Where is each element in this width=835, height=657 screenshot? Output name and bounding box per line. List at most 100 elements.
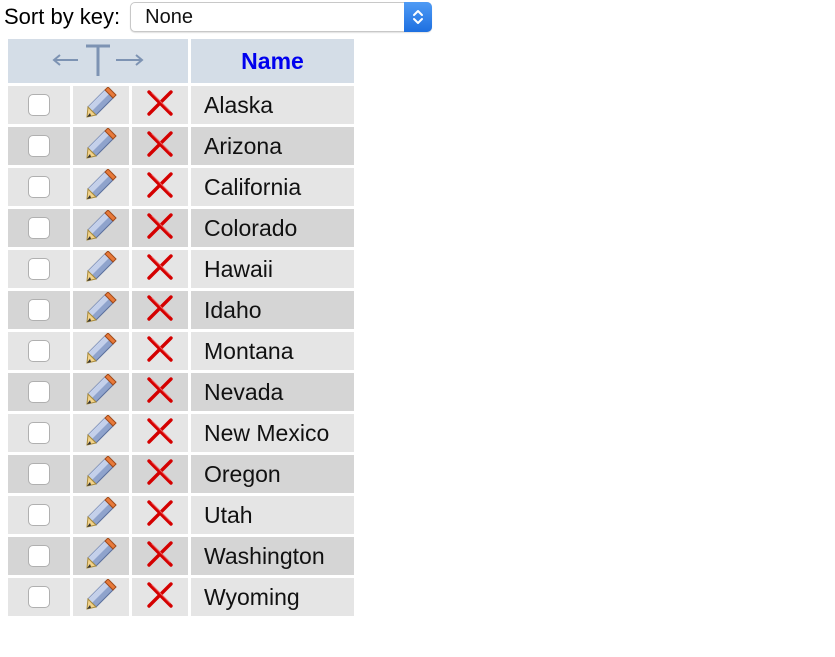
delete-x-icon[interactable] [145,129,175,164]
table-body: Alaska Arizona California Colorado Hawai… [8,85,354,616]
column-arrows-icon[interactable] [50,40,146,83]
pencil-icon[interactable] [85,249,117,288]
row-edit-cell [73,413,129,452]
row-select-cell [8,537,70,575]
table-header-actions [8,39,188,83]
row-checkbox[interactable] [28,135,50,157]
sort-by-name-link[interactable]: Name [241,48,304,74]
row-checkbox[interactable] [28,422,50,444]
pencil-icon[interactable] [85,85,117,124]
state-name: Montana [191,332,354,370]
row-delete-cell [132,414,188,452]
delete-x-icon[interactable] [145,170,175,205]
updown-chevron-icon[interactable] [404,2,433,32]
row-delete-cell [132,578,188,616]
delete-x-icon[interactable] [145,580,175,615]
state-name: Nevada [191,373,354,411]
pencil-icon[interactable] [85,495,117,534]
pencil-icon[interactable] [85,208,117,247]
row-delete-cell [132,127,188,165]
table-row: Oregon [8,454,354,493]
pencil-icon[interactable] [85,331,117,370]
pencil-icon[interactable] [85,167,117,206]
row-checkbox[interactable] [28,586,50,608]
row-edit-cell [73,536,129,575]
delete-x-icon[interactable] [145,211,175,246]
row-select-cell [8,209,70,247]
pencil-icon[interactable] [85,454,117,493]
row-edit-cell [73,372,129,411]
row-checkbox[interactable] [28,381,50,403]
state-name: Hawaii [191,250,354,288]
row-delete-cell [132,209,188,247]
row-select-cell [8,291,70,329]
row-select-cell [8,414,70,452]
state-name: Colorado [191,209,354,247]
delete-x-icon[interactable] [145,498,175,533]
state-name: Idaho [191,291,354,329]
table-header-row: Name [8,39,354,83]
sort-key-select[interactable]: None [130,2,433,32]
state-name: California [191,168,354,206]
delete-x-icon[interactable] [145,88,175,123]
delete-x-icon[interactable] [145,375,175,410]
row-delete-cell [132,291,188,329]
state-name: New Mexico [191,414,354,452]
row-checkbox[interactable] [28,176,50,198]
table-row: Arizona [8,126,354,165]
row-checkbox[interactable] [28,545,50,567]
row-delete-cell [132,496,188,534]
state-name: Arizona [191,127,354,165]
results-table: Name Alaska Arizona California Colorado … [5,36,357,619]
state-name: Alaska [191,86,354,124]
delete-x-icon[interactable] [145,334,175,369]
pencil-icon[interactable] [85,290,117,329]
row-edit-cell [73,167,129,206]
pencil-icon[interactable] [85,126,117,165]
pencil-icon[interactable] [85,413,117,452]
delete-x-icon[interactable] [145,457,175,492]
row-delete-cell [132,537,188,575]
row-edit-cell [73,454,129,493]
table-row: Hawaii [8,249,354,288]
row-checkbox[interactable] [28,299,50,321]
row-checkbox[interactable] [28,340,50,362]
table-row: New Mexico [8,413,354,452]
table-row: Idaho [8,290,354,329]
table-row: Washington [8,536,354,575]
row-delete-cell [132,250,188,288]
row-edit-cell [73,208,129,247]
row-select-cell [8,168,70,206]
table-row: Alaska [8,85,354,124]
row-edit-cell [73,85,129,124]
delete-x-icon[interactable] [145,539,175,574]
sort-bar: Sort by key: None [4,0,433,34]
row-edit-cell [73,290,129,329]
sort-label: Sort by key: [4,4,121,29]
delete-x-icon[interactable] [145,293,175,328]
table-row: Utah [8,495,354,534]
row-select-cell [8,250,70,288]
row-edit-cell [73,495,129,534]
row-checkbox[interactable] [28,258,50,280]
delete-x-icon[interactable] [145,252,175,287]
state-name: Utah [191,496,354,534]
row-edit-cell [73,577,129,616]
row-delete-cell [132,86,188,124]
row-select-cell [8,332,70,370]
row-checkbox[interactable] [28,504,50,526]
table-row: Colorado [8,208,354,247]
table-row: Montana [8,331,354,370]
pencil-icon[interactable] [85,536,117,575]
table-row: Wyoming [8,577,354,616]
pencil-icon[interactable] [85,577,117,616]
row-delete-cell [132,168,188,206]
pencil-icon[interactable] [85,372,117,411]
delete-x-icon[interactable] [145,416,175,451]
row-select-cell [8,127,70,165]
row-checkbox[interactable] [28,94,50,116]
table-row: California [8,167,354,206]
row-checkbox[interactable] [28,463,50,485]
row-edit-cell [73,331,129,370]
row-checkbox[interactable] [28,217,50,239]
